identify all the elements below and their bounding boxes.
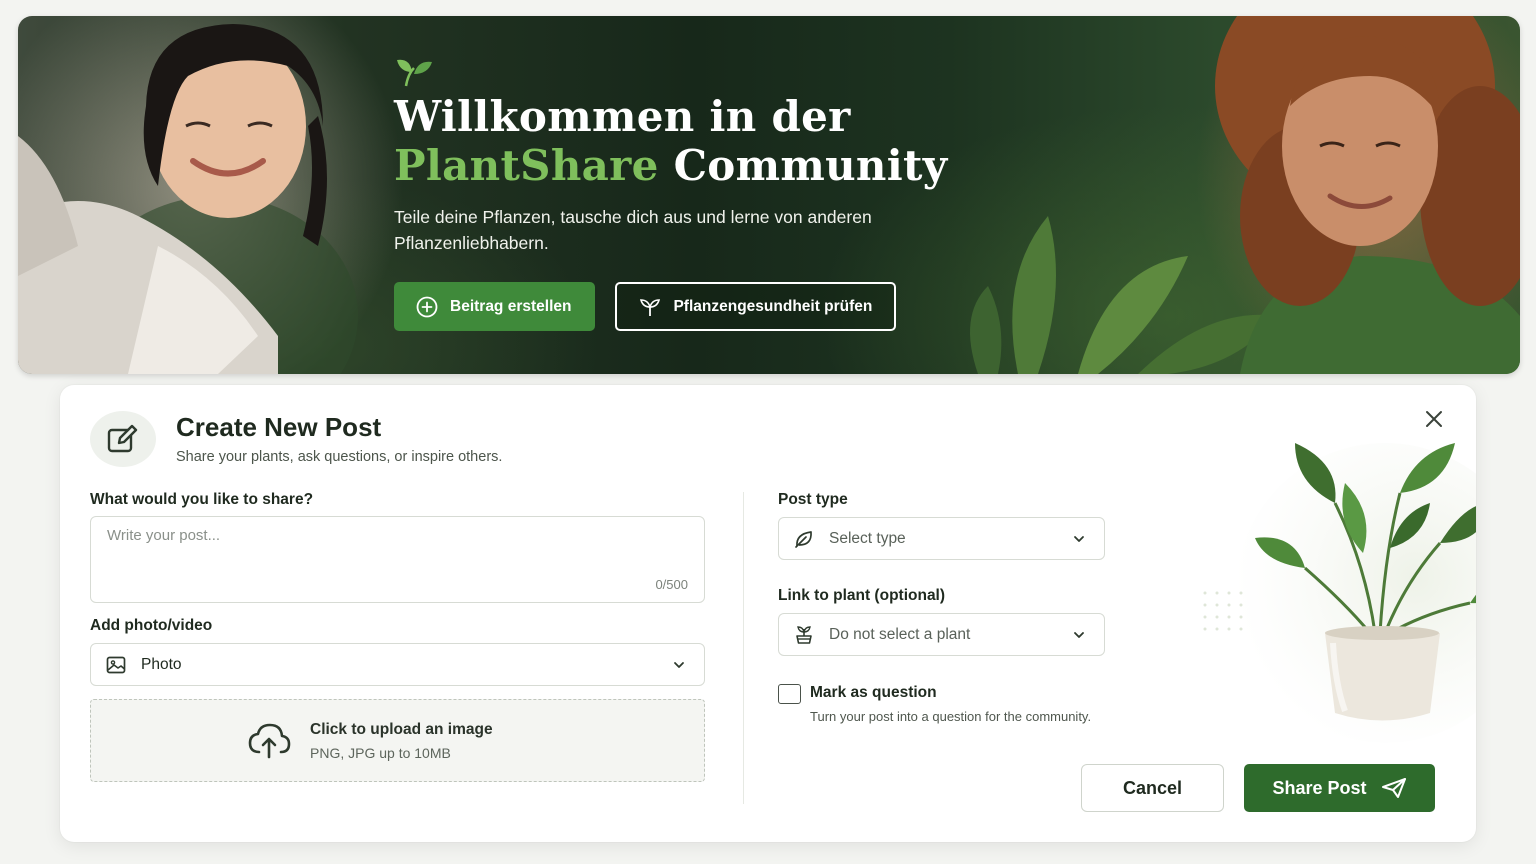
- plant-link-value: Do not select a plant: [829, 625, 971, 643]
- plus-circle-icon: [416, 296, 438, 317]
- post-content-input[interactable]: [91, 517, 704, 602]
- hero-subtitle: Teile deine Pflanzen, tausche dich aus u…: [394, 207, 872, 253]
- chevron-down-icon: [1074, 631, 1084, 638]
- hero-title: Willkommen in der PlantShare Community: [394, 92, 954, 190]
- check-plant-health-label: Pflanzengesundheit prüfen: [673, 297, 873, 315]
- check-plant-health-button[interactable]: Pflanzengesundheit prüfen: [615, 282, 897, 331]
- hero-photo-left: [18, 24, 358, 374]
- hero-title-line1: Willkommen in der: [394, 92, 851, 141]
- leaf-icon: [795, 530, 812, 548]
- plant-health-icon: [640, 298, 661, 316]
- media-label: Add photo/video: [90, 617, 213, 634]
- share-post-label: Share Post: [1272, 777, 1367, 798]
- column-divider: [743, 492, 744, 804]
- plant-link-select[interactable]: Do not select a plant: [778, 613, 1105, 656]
- modal-subtitle: Share your plants, ask questions, or ins…: [176, 449, 503, 465]
- hero-content: Willkommen in der PlantShare Community T…: [394, 56, 954, 331]
- cloud-upload-icon: [248, 723, 291, 759]
- mark-as-question-label: Mark as question: [810, 684, 937, 701]
- hero-banner: Willkommen in der PlantShare Community T…: [18, 16, 1520, 374]
- media-type-value: Photo: [141, 655, 182, 673]
- close-icon[interactable]: [1422, 407, 1446, 431]
- send-icon: [1381, 778, 1406, 798]
- post-type-label: Post type: [778, 491, 848, 508]
- post-content-field: 0/500: [90, 516, 705, 603]
- modal-title: Create New Post: [176, 412, 382, 442]
- hero-title-rest: Community: [673, 141, 948, 190]
- sprout-icon: [397, 59, 432, 87]
- cancel-button[interactable]: Cancel: [1081, 764, 1224, 812]
- upload-title: Click to upload an image: [310, 721, 493, 738]
- create-post-button[interactable]: Beitrag erstellen: [394, 282, 596, 331]
- create-post-modal: Create New Post Share your plants, ask q…: [60, 385, 1476, 842]
- hero-actions: Beitrag erstellen Pflanzengesundheit prü…: [394, 282, 954, 331]
- post-type-value: Select type: [829, 529, 906, 547]
- plant-link-label: Link to plant (optional): [778, 587, 946, 604]
- share-post-button[interactable]: Share Post: [1244, 764, 1435, 812]
- upload-hint: PNG, JPG up to 10MB: [310, 745, 451, 761]
- potted-plant-illustration: [1203, 443, 1476, 743]
- chevron-down-icon: [1074, 535, 1084, 542]
- potted-plant-icon: [796, 625, 812, 644]
- chevron-down-icon: [674, 661, 684, 668]
- post-content-label: What would you like to share?: [90, 491, 314, 508]
- image-icon: [106, 656, 126, 673]
- create-post-label: Beitrag erstellen: [450, 297, 572, 315]
- edit-icon: [90, 411, 156, 467]
- mark-as-question-checkbox[interactable]: [778, 684, 801, 704]
- cancel-label: Cancel: [1122, 777, 1183, 798]
- post-type-select[interactable]: Select type: [778, 517, 1105, 560]
- mark-as-question-hint: Turn your post into a question for the c…: [810, 709, 1092, 724]
- image-upload-dropzone[interactable]: Click to upload an image PNG, JPG up to …: [90, 699, 705, 782]
- media-type-select[interactable]: Photo: [90, 643, 705, 686]
- hero-photo-right: [1215, 16, 1520, 374]
- char-counter: 0/500: [655, 577, 688, 592]
- hero-title-brand: PlantShare: [394, 141, 659, 190]
